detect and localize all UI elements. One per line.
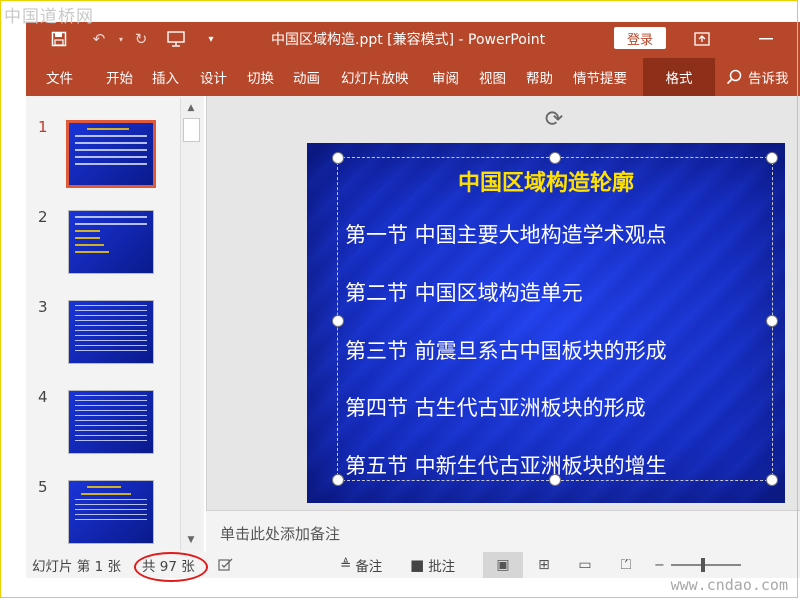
resize-handle[interactable] [332, 315, 344, 327]
undo-icon[interactable]: ↶ [86, 28, 112, 50]
zoom-control[interactable]: − [654, 552, 741, 578]
thumbnail-number: 4 [38, 388, 48, 406]
tell-me-label: 告诉我 [748, 71, 789, 87]
thumbnail-number: 2 [38, 208, 48, 226]
spelling-check-icon[interactable] [218, 552, 234, 578]
tab-slideshow[interactable]: 幻灯片放映 [341, 58, 409, 96]
tab-storyboarding[interactable]: 情节提要 [573, 58, 627, 96]
slide-thumbnail-4[interactable] [68, 390, 154, 454]
scrollbar-thumb[interactable] [183, 118, 200, 142]
slideshow-view-icon[interactable]: ⏍ [606, 552, 646, 578]
zoom-slider[interactable] [670, 558, 741, 572]
zoom-out-icon[interactable]: − [654, 558, 665, 573]
present-from-start-icon[interactable] [164, 28, 188, 50]
notes-placeholder: 单击此处添加备注 [220, 525, 341, 543]
search-icon [726, 69, 742, 85]
slide-position: 幻灯片 第 1 张 [32, 559, 121, 575]
notes-pane[interactable]: 单击此处添加备注 [206, 510, 800, 553]
undo-dropdown-icon[interactable]: ▾ [116, 28, 126, 50]
notes-toggle[interactable]: ≜ 备注 [340, 552, 382, 578]
minimize-icon[interactable] [754, 28, 778, 50]
thumbnail-number: 1 [38, 118, 48, 136]
customize-toolbar-icon[interactable]: ▾ [204, 28, 218, 50]
watermark-top-left: 中国道桥网 [4, 7, 94, 27]
reading-view-icon[interactable]: ▭ [565, 552, 605, 578]
tab-format[interactable]: 格式 [643, 58, 715, 96]
notes-icon: ≜ [340, 557, 352, 573]
slide-thumbnail-5[interactable] [68, 480, 154, 544]
comments-label: 批注 [428, 559, 456, 575]
tab-insert[interactable]: 插入 [152, 58, 179, 96]
thumbnail-number: 3 [38, 298, 48, 316]
ribbon-display-icon[interactable] [690, 28, 714, 50]
resize-handle[interactable] [332, 152, 344, 164]
resize-handle[interactable] [766, 315, 778, 327]
redo-icon[interactable]: ↻ [130, 28, 152, 50]
save-icon[interactable] [48, 28, 70, 50]
resize-handle[interactable] [332, 474, 344, 486]
tab-review[interactable]: 审阅 [432, 58, 459, 96]
tell-me-search[interactable]: 告诉我 [726, 58, 789, 96]
slide-thumbnail-2[interactable] [68, 210, 154, 274]
comment-icon: ■ [410, 556, 425, 574]
ribbon-tabs: 文件 开始 插入 设计 切换 动画 幻灯片放映 审阅 视图 帮助 情节提要 格式… [26, 58, 800, 96]
scroll-up-icon[interactable]: ▲ [181, 100, 201, 116]
rotate-handle-icon[interactable]: ⟳ [540, 105, 568, 133]
slide-sorter-icon[interactable]: ⊞ [524, 552, 564, 578]
slide-thumbnail-1[interactable] [66, 120, 156, 188]
resize-handle[interactable] [549, 152, 561, 164]
slide-thumbnail-pane: 1 2 3 4 5 [26, 96, 204, 552]
slide-editing-area: ⟳ 中国区域构造轮廓 第一节 中国主要大地构造学术观点 第二节 中国区域构造单元… [206, 96, 800, 510]
tab-home[interactable]: 开始 [106, 58, 133, 96]
tab-animations[interactable]: 动画 [293, 58, 320, 96]
tab-help[interactable]: 帮助 [526, 58, 553, 96]
thumbnail-number: 5 [38, 478, 48, 496]
tab-file[interactable]: 文件 [46, 58, 73, 96]
slide-thumbnail-3[interactable] [68, 300, 154, 364]
thumbnail-scrollbar[interactable]: ▲ ▼ [180, 98, 201, 550]
selection-box [337, 157, 773, 481]
tab-view[interactable]: 视图 [479, 58, 506, 96]
watermark-bottom-right: www.cndao.com [670, 576, 788, 594]
document-title: 中国区域构造.ppt [兼容模式] - PowerPoint [271, 32, 546, 48]
comments-toggle[interactable]: ■ 批注 [410, 552, 455, 578]
zoom-slider-knob[interactable] [700, 558, 705, 572]
scroll-down-icon[interactable]: ▼ [181, 532, 201, 548]
title-bar: ↶ ▾ ↻ ▾ 中国区域构造.ppt [兼容模式] - PowerPoint 登… [26, 22, 800, 58]
highlight-circle [134, 552, 208, 582]
tab-transitions[interactable]: 切换 [247, 58, 274, 96]
resize-handle[interactable] [766, 152, 778, 164]
resize-handle[interactable] [549, 474, 561, 486]
tab-design[interactable]: 设计 [200, 58, 227, 96]
resize-handle[interactable] [766, 474, 778, 486]
normal-view-icon[interactable]: ▣ [483, 552, 523, 578]
login-button[interactable]: 登录 [614, 27, 666, 49]
notes-label: 备注 [355, 559, 383, 575]
